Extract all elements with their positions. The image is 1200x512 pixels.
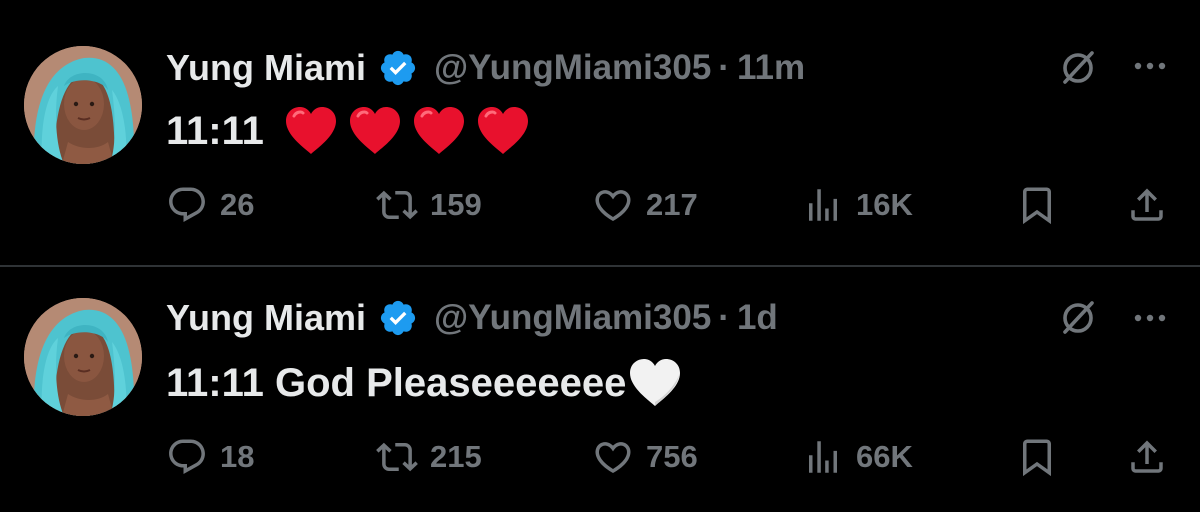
like-count: 756	[646, 439, 698, 474]
red-heart-emoji	[348, 106, 402, 156]
display-name[interactable]: Yung Miami	[166, 297, 366, 339]
like-count: 217	[646, 187, 698, 222]
tweet[interactable]: Yung Miami @YungMiami305 · 1d 11:11 God …	[0, 266, 1200, 512]
repost-icon	[376, 442, 418, 472]
more-options-icon[interactable]	[1128, 296, 1172, 340]
separator-dot: ·	[718, 48, 730, 87]
grok-icon[interactable]	[1056, 46, 1100, 90]
action-bar: 18 215 756 66K	[0, 432, 1200, 482]
share-button[interactable]	[1126, 180, 1168, 230]
avatar-image	[24, 46, 142, 164]
repost-icon	[376, 190, 418, 220]
reply-icon	[169, 439, 205, 474]
tweet-text: 11:11 God Pleaseeeeeee	[166, 356, 692, 410]
share-icon	[1131, 440, 1163, 473]
timestamp[interactable]: 1d	[737, 298, 778, 338]
like-button[interactable]: 217	[592, 180, 698, 230]
views-count: 16K	[856, 187, 913, 222]
red-heart-emoji	[476, 106, 530, 156]
repost-button[interactable]: 159	[376, 180, 482, 230]
avatar-image	[24, 298, 142, 416]
separator-dot: ·	[718, 298, 730, 337]
share-icon	[1131, 188, 1163, 221]
emoji-row	[284, 106, 540, 156]
views-icon	[809, 441, 837, 473]
bookmark-icon	[1023, 439, 1051, 477]
views-button[interactable]: 66K	[802, 432, 913, 482]
reply-button[interactable]: 18	[166, 432, 254, 482]
share-button[interactable]	[1126, 432, 1168, 482]
action-bar: 26 159 217 16K	[0, 180, 1200, 230]
reply-icon	[169, 187, 205, 222]
views-count: 66K	[856, 439, 913, 474]
verified-badge-icon[interactable]	[378, 48, 418, 88]
emoji-row	[628, 358, 692, 408]
like-button[interactable]: 756	[592, 432, 698, 482]
red-heart-emoji	[284, 106, 338, 156]
tweet-text-content: 11:11	[166, 108, 264, 153]
grok-icon[interactable]	[1056, 296, 1100, 340]
heart-icon	[595, 190, 631, 222]
tweet-header: Yung Miami @YungMiami305 · 1d	[166, 294, 778, 342]
views-icon	[809, 189, 837, 221]
avatar[interactable]	[24, 46, 142, 164]
white-heart-emoji	[628, 358, 682, 408]
reply-count: 26	[220, 187, 255, 222]
verified-badge-icon[interactable]	[378, 298, 418, 338]
repost-button[interactable]: 215	[376, 432, 482, 482]
tweet[interactable]: Yung Miami @YungMiami305 · 11m 11:11 26 …	[0, 0, 1200, 265]
bookmark-button[interactable]	[1016, 180, 1058, 230]
repost-count: 159	[430, 187, 482, 222]
user-handle[interactable]: @YungMiami305	[434, 298, 711, 338]
tweet-text: 11:11	[166, 104, 540, 158]
reply-count: 18	[220, 439, 255, 474]
heart-icon	[595, 442, 631, 474]
views-button[interactable]: 16K	[802, 180, 913, 230]
more-options-icon[interactable]	[1128, 44, 1172, 88]
user-handle[interactable]: @YungMiami305	[434, 48, 711, 88]
timestamp[interactable]: 11m	[737, 48, 805, 88]
avatar[interactable]	[24, 298, 142, 416]
tweet-header: Yung Miami @YungMiami305 · 11m	[166, 44, 805, 92]
tweet-text-content: 11:11 God Pleaseeeeeee	[166, 360, 627, 405]
display-name[interactable]: Yung Miami	[166, 47, 366, 89]
repost-count: 215	[430, 439, 482, 474]
bookmark-button[interactable]	[1016, 432, 1058, 482]
bookmark-icon	[1023, 187, 1051, 225]
red-heart-emoji	[412, 106, 466, 156]
timeline-feed: Yung Miami @YungMiami305 · 11m 11:11 26 …	[0, 0, 1200, 512]
reply-button[interactable]: 26	[166, 180, 254, 230]
